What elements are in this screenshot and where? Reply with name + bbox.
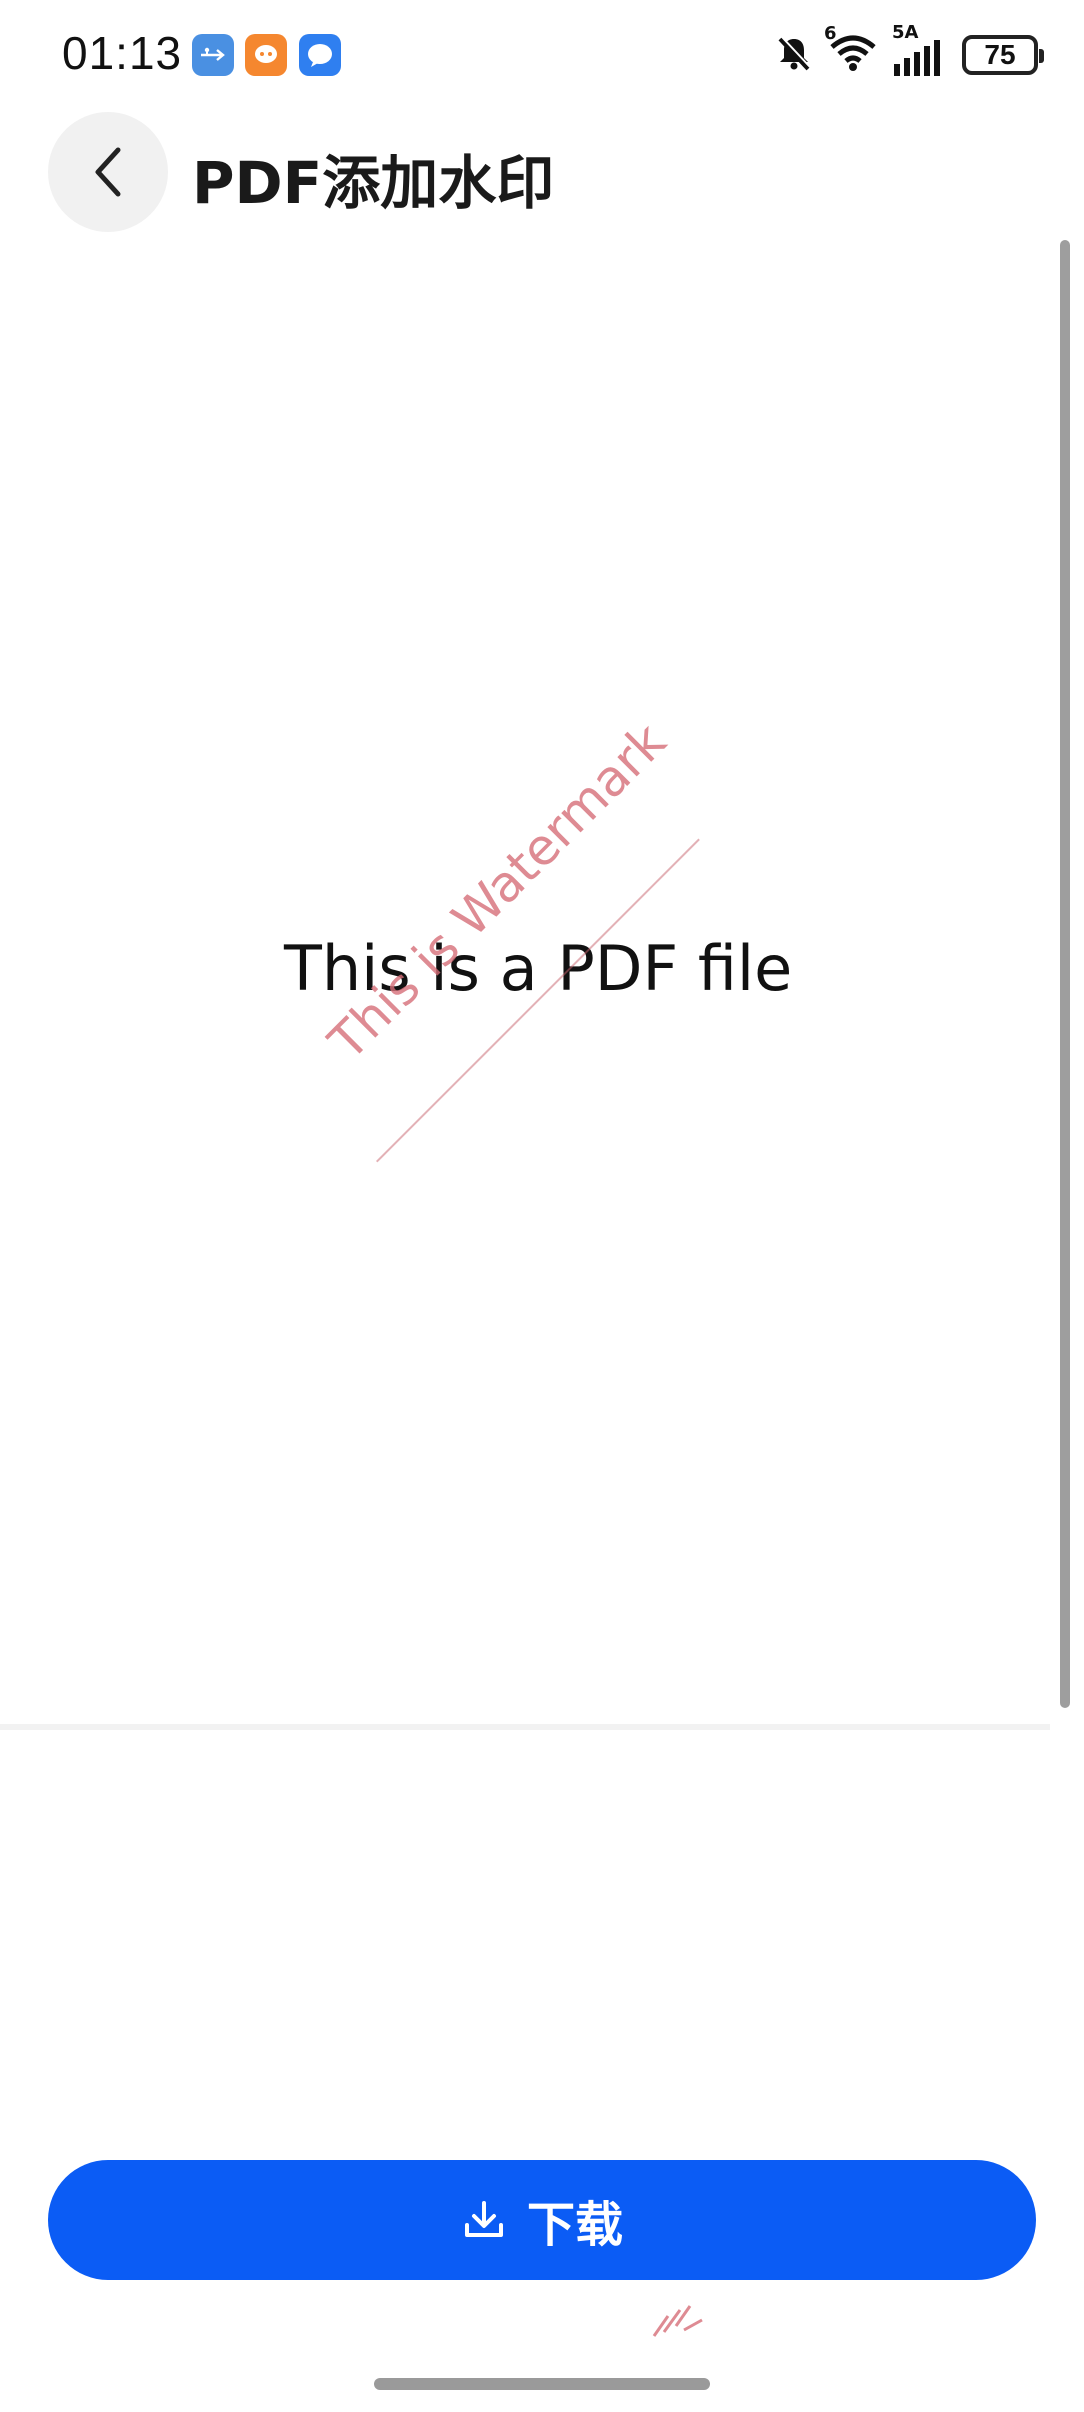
preview-scrollbar[interactable] [1060, 240, 1070, 1708]
message-icon [299, 34, 341, 76]
pdf-preview[interactable]: This is a PDF file This is Watermark [0, 240, 1050, 1725]
network-5a-label: 5A [892, 22, 919, 43]
signal-icon: 5A [892, 22, 948, 80]
download-button[interactable]: 下载 [48, 2160, 1036, 2280]
home-indicator[interactable] [374, 2378, 710, 2390]
battery-level: 75 [984, 39, 1016, 70]
download-label: 下载 [526, 2197, 623, 2253]
status-bar: 01:13 6 5A 75 [0, 0, 1084, 110]
status-time: 01:13 [62, 27, 183, 79]
back-button[interactable] [48, 112, 168, 232]
status-indicators: 6 5A 75 [774, 22, 1044, 80]
chevron-left-icon [95, 147, 121, 197]
preview-divider [0, 1724, 1050, 1730]
mute-bell-icon [774, 33, 814, 77]
wifi-6-label: 6 [824, 23, 837, 44]
watermark-fragment [650, 2302, 710, 2338]
watermark-text: This is Watermark [318, 712, 677, 1072]
pdf-watermark-screen: 01:13 6 5A 75 PDF添加水印 This is a PDF file… [0, 0, 1084, 2412]
app-notification-icon [245, 34, 287, 76]
wifi-icon: 6 [824, 23, 878, 77]
page-title: PDF添加水印 [192, 149, 555, 217]
download-icon [464, 2201, 503, 2237]
usb-icon [192, 34, 234, 76]
battery-icon: 75 [962, 35, 1044, 75]
